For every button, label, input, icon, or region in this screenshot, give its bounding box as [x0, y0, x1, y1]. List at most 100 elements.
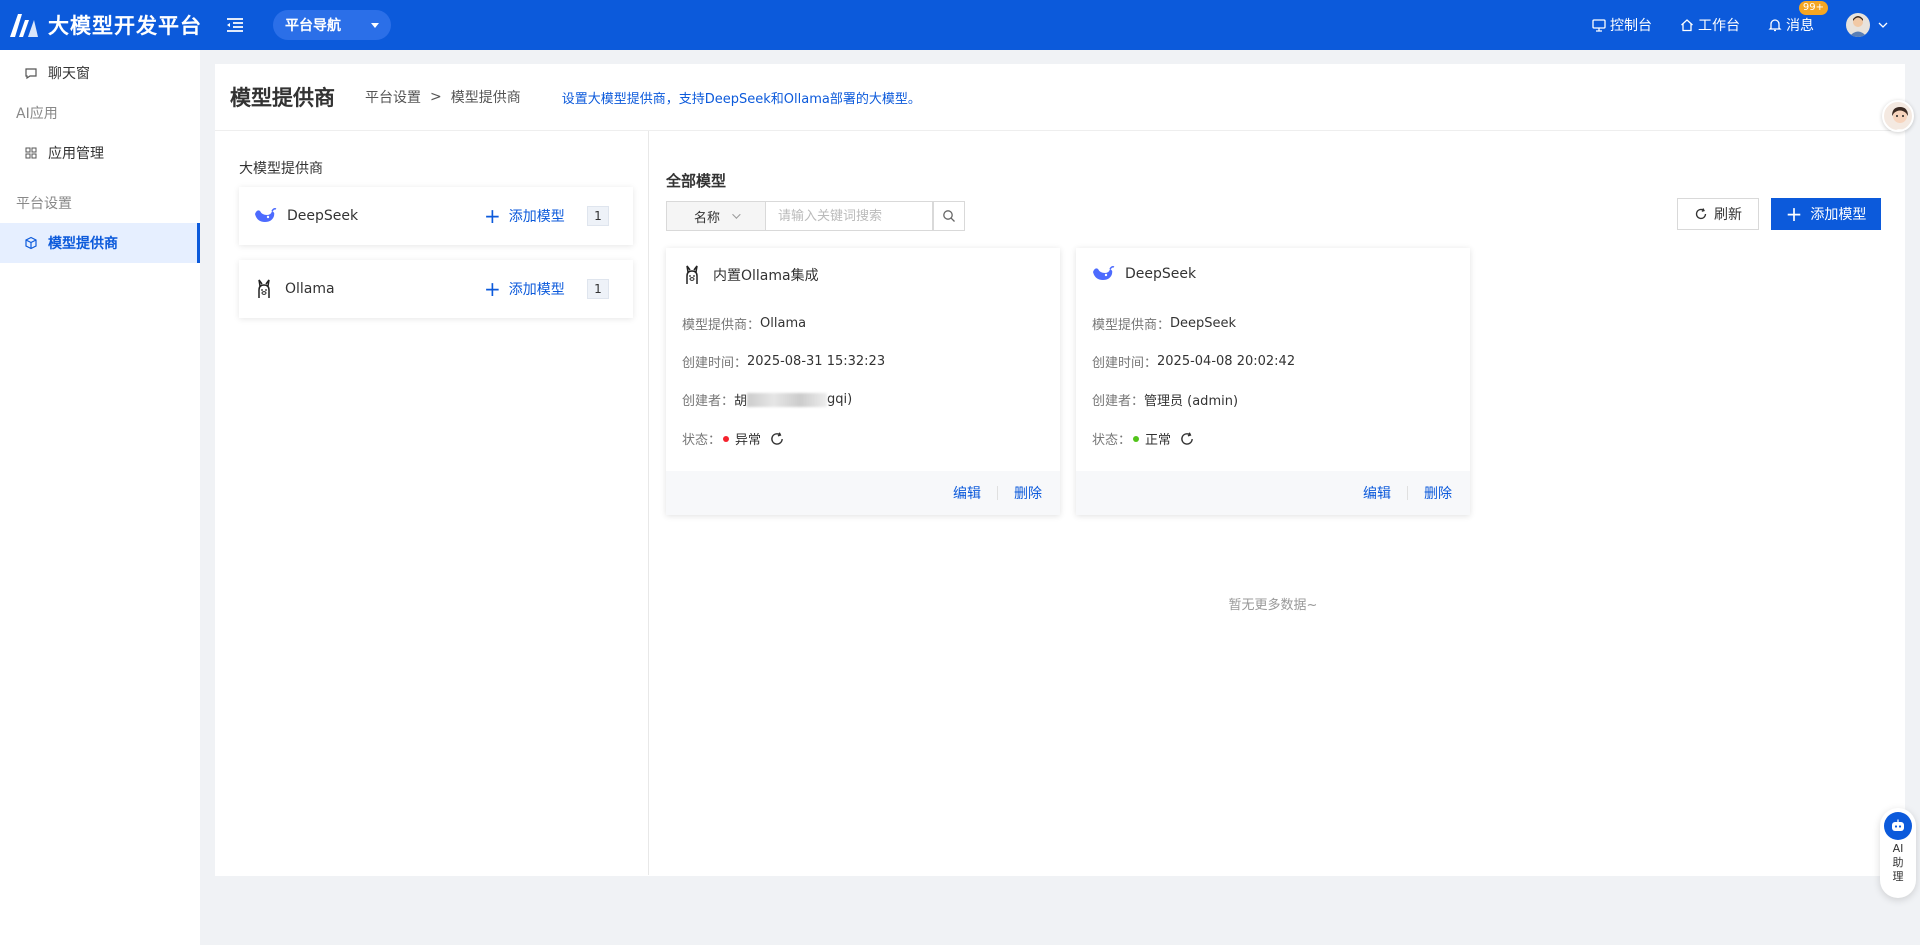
field-label: 模型提供商： [1092, 318, 1171, 333]
edit-button[interactable]: 编辑 [953, 483, 981, 503]
status-row: 状态： 正常 [1092, 429, 1195, 448]
provider-add-model-button[interactable]: + 添加模型 [484, 279, 565, 299]
creator-suffix: gqi) [827, 392, 853, 407]
model-provider-value: Ollama [760, 316, 807, 331]
divider [997, 486, 998, 500]
home-icon [1681, 19, 1693, 32]
creator-row: 创建者： 管理员 (admin) [1092, 390, 1238, 409]
page-header: 模型提供商 平台设置 > 模型提供商 设置大模型提供商，支持DeepSeek和O… [215, 64, 1905, 131]
console-link[interactable]: 控制台 [1592, 15, 1652, 35]
grid-icon [25, 147, 37, 159]
sidebar-item-label: 应用管理 [48, 146, 104, 162]
model-card-footer: 编辑 删除 [1076, 471, 1470, 515]
provider-list: 大模型提供商 DeepSeek + 添加模型 1 Ollama + 添加模型 1 [215, 131, 649, 875]
status-dot-ok [1133, 435, 1140, 442]
logo-icon [10, 14, 38, 37]
provider-card-ollama[interactable]: Ollama + 添加模型 1 [239, 260, 633, 318]
no-more-data-text: 暂无更多数据~ [1228, 598, 1318, 613]
provider-list-title: 大模型提供商 [239, 161, 323, 177]
delete-button[interactable]: 删除 [1424, 483, 1452, 503]
sidebar-item-label: 聊天窗 [48, 66, 90, 82]
status-dot-error [723, 435, 730, 442]
bell-icon [1768, 19, 1782, 32]
user-menu[interactable] [1846, 13, 1890, 37]
delete-button[interactable]: 删除 [1014, 483, 1042, 503]
provider-name: Ollama [285, 281, 335, 297]
creator-row: 创建者： 胡 gqi) [682, 390, 852, 409]
sidebar-item-chat[interactable]: 聊天窗 [0, 53, 200, 93]
refresh-button[interactable]: 刷新 [1677, 198, 1759, 230]
messages-badge: 99+ [1798, 1, 1828, 15]
add-model-label: 添加模型 [508, 282, 565, 298]
page-title: 模型提供商 [230, 86, 335, 110]
model-card-title: 内置Ollama集成 [713, 268, 819, 284]
platform-nav-dropdown[interactable]: 平台导航 [273, 10, 391, 40]
plus-icon: + [484, 277, 501, 301]
chevron-down-icon [1878, 22, 1888, 28]
ai-assistant-button[interactable]: AI助理 [1880, 808, 1916, 898]
provider-name: DeepSeek [287, 208, 359, 224]
model-provider-value: DeepSeek [1170, 316, 1237, 331]
field-label: 创建时间： [682, 356, 748, 371]
sidebar-item-model-provider[interactable]: 模型提供商 [0, 223, 200, 263]
created-at-row: 创建时间： 2025-08-31 15:32:23 [682, 352, 885, 371]
search-input[interactable] [766, 201, 933, 231]
field-label: 状态： [1092, 433, 1132, 448]
created-at-row: 创建时间： 2025-04-08 20:02:42 [1092, 352, 1295, 371]
top-bar: 大模型开发平台 平台导航 控制台 工作台 消息 99+ [0, 0, 1920, 50]
model-card-title: DeepSeek [1125, 266, 1197, 282]
main-panel: 模型提供商 平台设置 > 模型提供商 设置大模型提供商，支持DeepSeek和O… [215, 64, 1905, 876]
breadcrumb: 平台设置 > 模型提供商 [365, 87, 521, 107]
edit-button[interactable]: 编辑 [1363, 483, 1391, 503]
redacted-text [747, 392, 828, 407]
cube-icon [25, 236, 37, 250]
status-row: 状态： 异常 [682, 429, 785, 448]
ollama-llama-icon [258, 279, 270, 298]
monitor-icon [1592, 19, 1606, 32]
breadcrumb-separator: > [430, 89, 442, 105]
sidebar-item-app-manage[interactable]: 应用管理 [0, 133, 200, 173]
models-title: 全部模型 [666, 172, 727, 190]
refresh-icon[interactable] [1179, 431, 1195, 447]
breadcrumb-item[interactable]: 平台设置 [365, 87, 421, 107]
page-description: 设置大模型提供商，支持DeepSeek和Ollama部署的大模型。 [561, 91, 921, 107]
chevron-down-icon [732, 210, 741, 219]
creator-value: 管理员 (admin) [1144, 394, 1239, 409]
model-provider-row: 模型提供商： Ollama [682, 314, 806, 333]
field-label: 创建时间： [1092, 356, 1158, 371]
messages-link[interactable]: 消息 99+ [1768, 1, 1828, 35]
search-button[interactable] [933, 201, 965, 231]
provider-add-model-button[interactable]: + 添加模型 [484, 206, 565, 226]
sidebar-item-label: 模型提供商 [48, 236, 118, 252]
model-card: 内置Ollama集成 模型提供商： Ollama 创建时间： 2025-08-3… [666, 248, 1060, 515]
search-field-value: 名称 [693, 210, 720, 226]
provider-card-deepseek[interactable]: DeepSeek + 添加模型 1 [239, 187, 633, 245]
messages-label: 消息 [1786, 18, 1814, 34]
menu-collapse-icon[interactable] [223, 13, 247, 37]
divider [1407, 486, 1408, 500]
ollama-llama-icon [686, 265, 698, 284]
workbench-link[interactable]: 工作台 [1680, 15, 1740, 35]
sidebar-group-ai-apps: AI应用 [16, 106, 58, 122]
app-logo[interactable]: 大模型开发平台 [0, 10, 215, 40]
field-label: 状态： [682, 433, 722, 448]
refresh-label: 刷新 [1714, 207, 1742, 223]
caret-down-icon [371, 22, 379, 28]
plus-icon: + [1785, 202, 1803, 226]
model-card-footer: 编辑 删除 [666, 471, 1060, 515]
search-field-select[interactable]: 名称 [666, 201, 766, 231]
provider-model-count: 1 [587, 279, 609, 299]
breadcrumb-item: 模型提供商 [450, 90, 521, 106]
assistant-avatar[interactable] [1882, 100, 1914, 132]
add-model-label: 添加模型 [1810, 207, 1867, 223]
add-model-button[interactable]: + 添加模型 [1771, 198, 1881, 230]
status-value: 异常 [735, 433, 762, 448]
deepseek-whale-icon [1093, 266, 1115, 280]
platform-nav-label: 平台导航 [285, 18, 341, 34]
status-value: 正常 [1145, 433, 1172, 448]
created-at-value: 2025-04-08 20:02:42 [1157, 354, 1296, 369]
creator-prefix: 胡 [734, 394, 748, 409]
provider-model-count: 1 [587, 206, 609, 226]
field-label: 模型提供商： [682, 318, 761, 333]
refresh-icon[interactable] [769, 431, 785, 447]
